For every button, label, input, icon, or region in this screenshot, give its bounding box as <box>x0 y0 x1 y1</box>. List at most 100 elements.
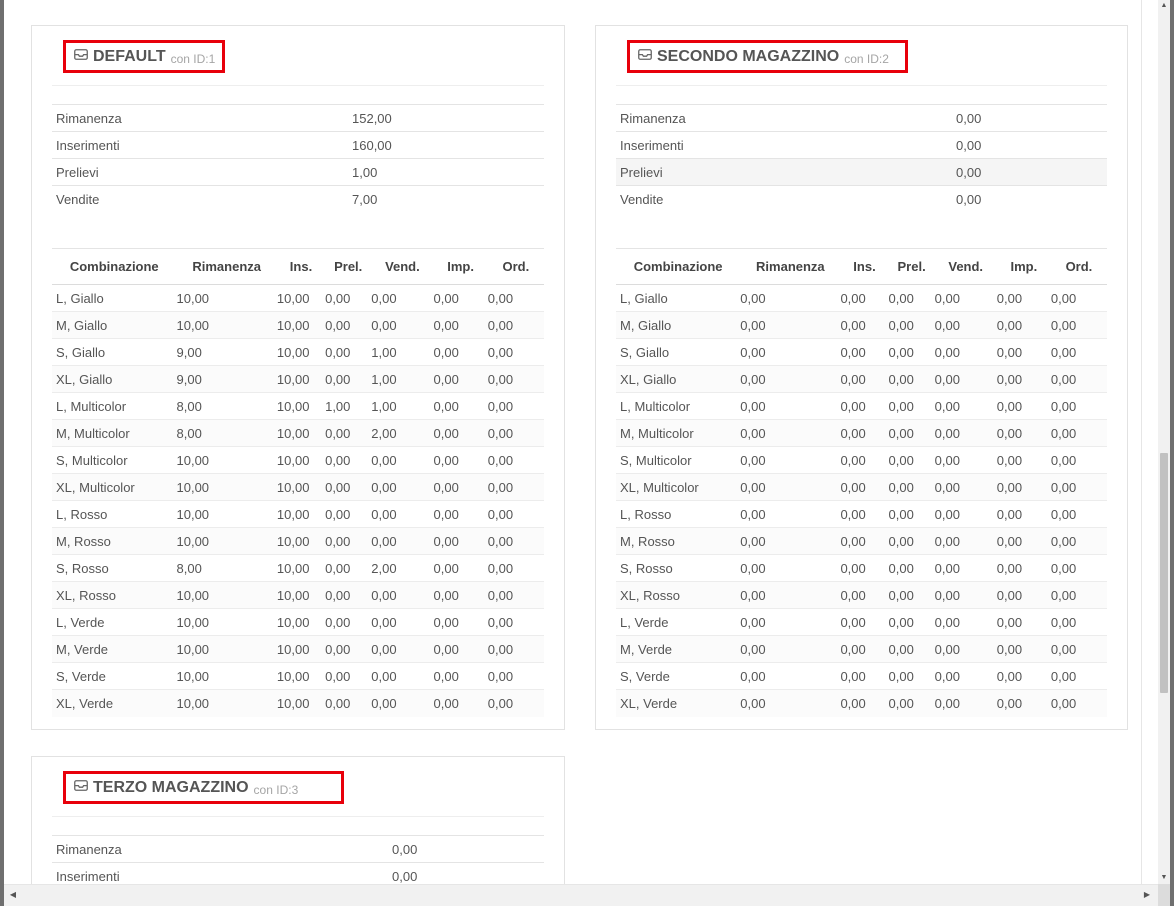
combination-value: 0,00 <box>487 284 544 312</box>
combination-value: 0,00 <box>325 635 372 663</box>
combination-value: 0,00 <box>740 608 841 636</box>
combination-value: 0,00 <box>934 527 997 555</box>
scroll-right-arrow-icon[interactable]: ▶ <box>1140 887 1154 903</box>
combination-value: 0,00 <box>740 581 841 609</box>
combination-row: XL, Rosso 10,00 10,00 0,00 0,00 0,00 0,00 <box>52 581 544 609</box>
combination-row: S, Giallo 9,00 10,00 0,00 1,00 0,00 0,00 <box>52 338 544 366</box>
combination-value: 0,00 <box>740 500 841 528</box>
horizontal-scrollbar[interactable]: ◀ ▶ <box>4 884 1158 906</box>
combination-name: M, Rosso <box>52 527 177 555</box>
combination-row: L, Verde 0,00 0,00 0,00 0,00 0,00 0,00 <box>616 608 1107 636</box>
combination-value: 0,00 <box>433 500 488 528</box>
combination-value: 0,00 <box>996 311 1051 339</box>
combination-name: XL, Rosso <box>616 581 741 609</box>
combination-value: 10,00 <box>276 311 326 339</box>
combination-name: XL, Multicolor <box>52 473 177 501</box>
vertical-scrollbar[interactable]: ▲ ▼ <box>1158 0 1170 884</box>
combination-value: 0,00 <box>325 662 372 690</box>
combination-value: 8,00 <box>176 554 277 582</box>
combination-value: 0,00 <box>1050 284 1107 312</box>
scrollbar-corner <box>1158 884 1170 906</box>
combination-value: 0,00 <box>371 473 434 501</box>
combination-value: 10,00 <box>276 689 326 717</box>
summary-row: Inserimenti 0,00 <box>616 131 1107 159</box>
summary-value: 1,00 <box>348 158 544 186</box>
column-header: Ord. <box>487 248 544 285</box>
combination-value: 0,00 <box>888 473 935 501</box>
combination-value: 0,00 <box>888 311 935 339</box>
combination-name: M, Verde <box>52 635 177 663</box>
combination-value: 0,00 <box>996 365 1051 393</box>
panel-heading: DEFAULT con ID:1 <box>52 26 544 86</box>
summary-value: 0,00 <box>952 185 1107 213</box>
combination-value: 0,00 <box>487 662 544 690</box>
combination-name: S, Multicolor <box>52 446 177 474</box>
combination-value: 0,00 <box>996 473 1051 501</box>
combination-value: 0,00 <box>840 689 889 717</box>
combination-value: 0,00 <box>740 311 841 339</box>
combination-row: XL, Verde 0,00 0,00 0,00 0,00 0,00 0,00 <box>616 689 1107 717</box>
scroll-up-arrow-icon[interactable]: ▲ <box>1158 0 1170 12</box>
combination-name: XL, Multicolor <box>616 473 741 501</box>
combination-value: 10,00 <box>176 662 277 690</box>
combination-value: 0,00 <box>325 365 372 393</box>
scroll-left-arrow-icon[interactable]: ◀ <box>6 887 20 903</box>
combination-row: M, Verde 0,00 0,00 0,00 0,00 0,00 0,00 <box>616 635 1107 663</box>
combination-value: 0,00 <box>1050 419 1107 447</box>
combination-value: 0,00 <box>1050 392 1107 420</box>
combination-value: 0,00 <box>888 284 935 312</box>
combination-value: 0,00 <box>325 284 372 312</box>
combination-value: 0,00 <box>840 527 889 555</box>
combination-value: 0,00 <box>888 608 935 636</box>
combination-value: 10,00 <box>176 500 277 528</box>
combination-value: 0,00 <box>740 419 841 447</box>
combination-name: M, Giallo <box>52 311 177 339</box>
combination-value: 0,00 <box>934 446 997 474</box>
combination-name: S, Verde <box>616 662 741 690</box>
combination-value: 0,00 <box>325 338 372 366</box>
summary-value: 0,00 <box>952 131 1107 159</box>
combination-value: 10,00 <box>276 365 326 393</box>
combination-row: S, Rosso 8,00 10,00 0,00 2,00 0,00 0,00 <box>52 554 544 582</box>
combination-row: XL, Verde 10,00 10,00 0,00 0,00 0,00 0,00 <box>52 689 544 717</box>
combination-value: 0,00 <box>1050 635 1107 663</box>
combination-value: 0,00 <box>325 554 372 582</box>
combination-value: 0,00 <box>740 338 841 366</box>
combination-name: L, Multicolor <box>616 392 741 420</box>
summary-value: 0,00 <box>388 862 544 884</box>
inbox-tray-icon <box>638 49 652 60</box>
combination-value: 0,00 <box>934 581 997 609</box>
combination-value: 0,00 <box>487 500 544 528</box>
vertical-scroll-thumb[interactable] <box>1160 453 1168 693</box>
combination-value: 0,00 <box>371 635 434 663</box>
combination-value: 0,00 <box>487 473 544 501</box>
panel-title-highlight: TERZO MAGAZZINO con ID:3 <box>63 771 344 804</box>
combination-value: 0,00 <box>433 581 488 609</box>
summary-label: Rimanenza <box>52 835 388 863</box>
combination-value: 0,00 <box>740 662 841 690</box>
combination-row: L, Multicolor 0,00 0,00 0,00 0,00 0,00 0,00 <box>616 392 1107 420</box>
combination-value: 10,00 <box>276 581 326 609</box>
warehouse-panel: SECONDO MAGAZZINO con ID:2 Rimanenza 0,00 In… <box>595 25 1128 730</box>
combination-value: 10,00 <box>276 662 326 690</box>
combination-value: 0,00 <box>934 365 997 393</box>
summary-row: Inserimenti 0,00 <box>52 862 544 884</box>
combination-name: XL, Giallo <box>52 365 177 393</box>
combination-value: 0,00 <box>1050 527 1107 555</box>
combination-value: 0,00 <box>433 446 488 474</box>
scroll-down-arrow-icon[interactable]: ▼ <box>1158 872 1170 884</box>
combination-value: 0,00 <box>840 554 889 582</box>
combinations-header-row: Combinazione Rimanenza Ins. Prel. Vend. Imp. O… <box>52 248 544 285</box>
combination-value: 10,00 <box>176 635 277 663</box>
combination-value: 0,00 <box>888 527 935 555</box>
combination-value: 0,00 <box>996 554 1051 582</box>
combination-value: 0,00 <box>325 473 372 501</box>
combination-value: 9,00 <box>176 338 277 366</box>
combination-value: 0,00 <box>487 635 544 663</box>
column-header: Prel. <box>325 248 372 285</box>
combination-name: M, Rosso <box>616 527 741 555</box>
combination-value: 0,00 <box>740 284 841 312</box>
combination-value: 0,00 <box>996 689 1051 717</box>
combination-row: S, Verde 10,00 10,00 0,00 0,00 0,00 0,00 <box>52 662 544 690</box>
combination-row: M, Rosso 0,00 0,00 0,00 0,00 0,00 0,00 <box>616 527 1107 555</box>
